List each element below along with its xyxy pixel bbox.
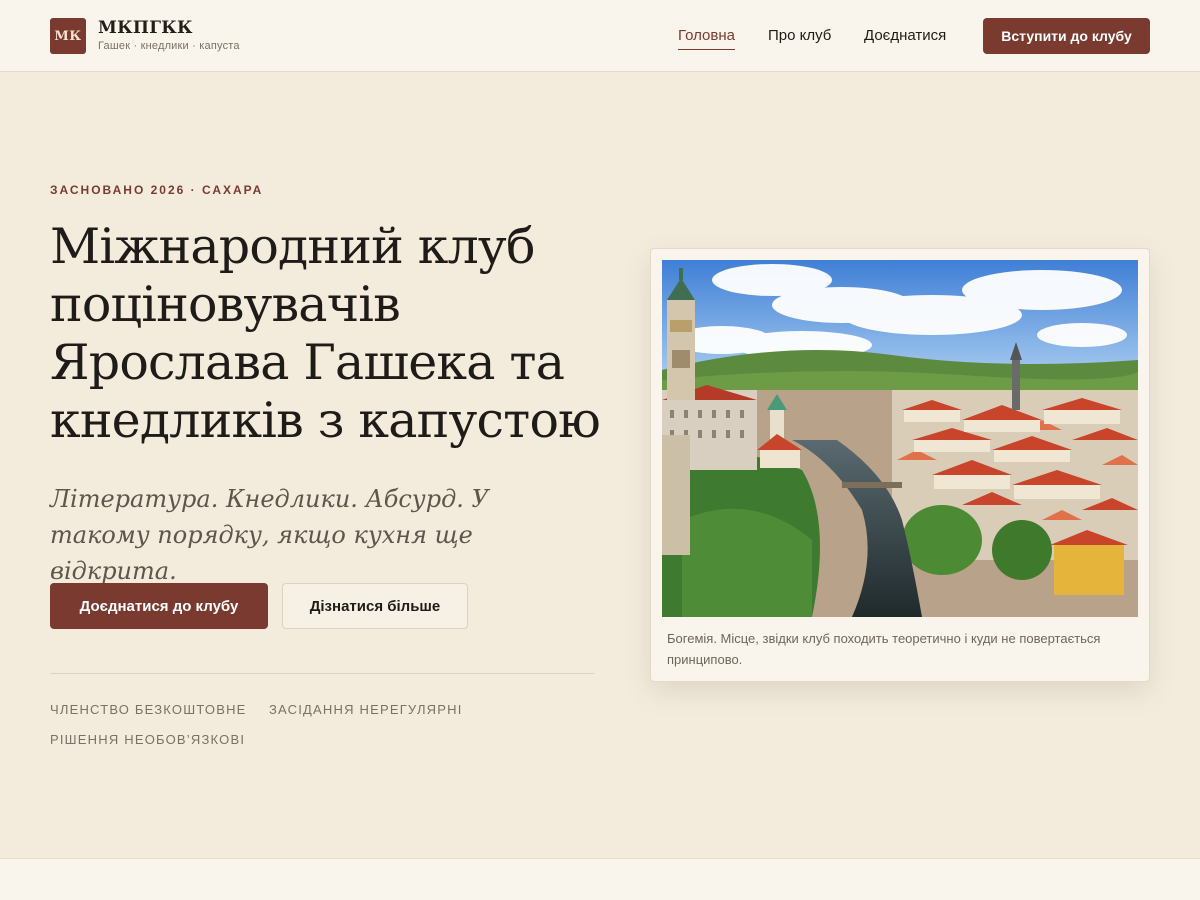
brand-name[interactable]: МКПГКК — [98, 18, 193, 38]
site-header: МК МКПГКК Гашек · кнедлики · капуста Гол… — [0, 0, 1200, 72]
nav-link-about[interactable]: Про клуб — [768, 26, 831, 46]
logo-badge[interactable]: МК — [50, 18, 86, 54]
learn-more-button[interactable]: Дізнатися більше — [282, 583, 468, 629]
fact-decisions: Рішення необов’язкові — [50, 732, 246, 747]
brand-tagline: Гашек · кнедлики · капуста — [98, 40, 240, 52]
nav-link-join[interactable]: Доєднатися — [864, 26, 946, 46]
hero-subtitle: Література. Кнедлики. Абсурд. У такому п… — [50, 485, 489, 585]
join-club-header-button[interactable]: Вступити до клубу — [983, 18, 1150, 54]
nav-link-home[interactable]: Головна — [678, 26, 735, 50]
fact-membership: Членство безкоштовне — [50, 702, 247, 717]
join-club-button[interactable]: Доєднатися до клубу — [50, 583, 268, 629]
bohemian-town-image — [662, 260, 1138, 617]
hero-eyebrow: Засновано 2026 · Сахара — [50, 183, 264, 197]
hero-title: Міжнародний клуб поціновувачів Ярослава … — [50, 218, 601, 449]
fact-meetings: Засідання нерегулярні — [269, 702, 463, 717]
figure-caption: Богемія. Місце, звідки клуб походить тео… — [667, 631, 1101, 667]
hero-divider — [50, 673, 594, 674]
footer-strip — [0, 858, 1200, 900]
hero-figure-card: Богемія. Місце, звідки клуб походить тео… — [650, 248, 1150, 682]
